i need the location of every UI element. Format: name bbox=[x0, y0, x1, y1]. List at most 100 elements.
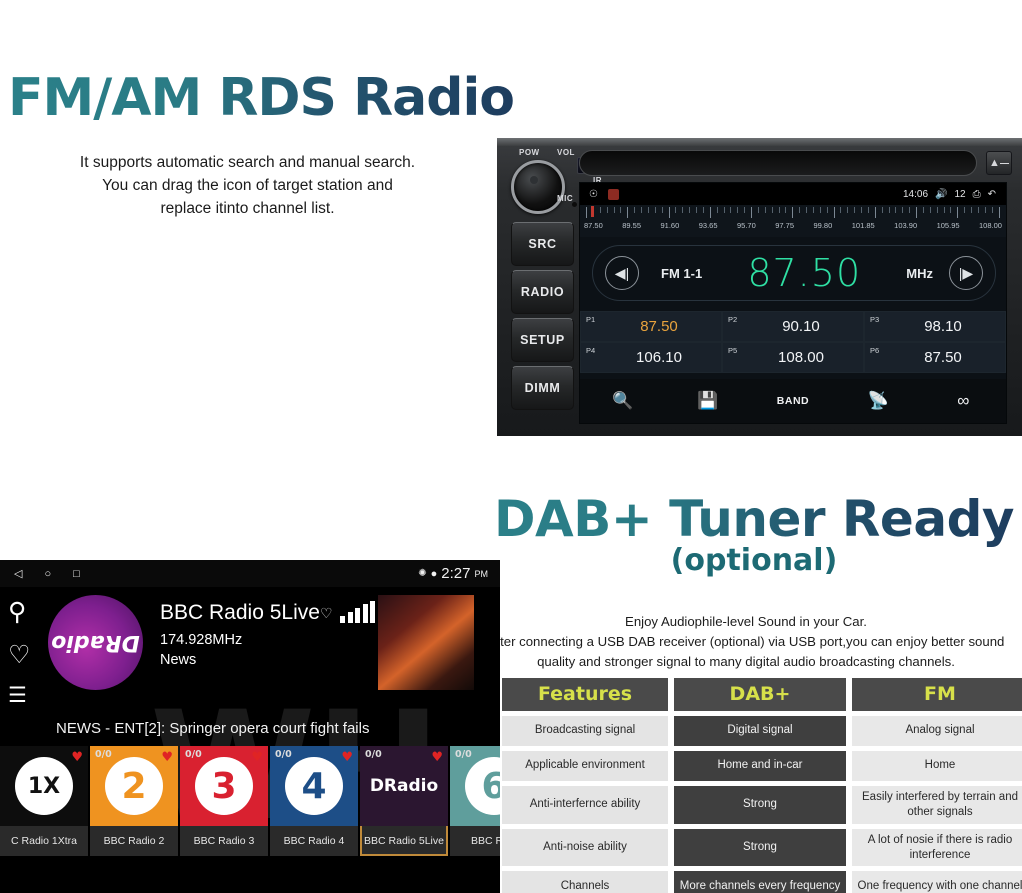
station-tile[interactable]: 60/0♥BBC Radi bbox=[450, 746, 500, 856]
station-artwork: 60/0♥ bbox=[450, 746, 500, 826]
tile-count-badge: 0/0 bbox=[185, 749, 202, 760]
scale-tick bbox=[916, 207, 917, 218]
feature-cell: Channels bbox=[502, 871, 668, 893]
scale-tick bbox=[757, 207, 759, 213]
scale-tick bbox=[647, 207, 649, 213]
setup-button[interactable]: SETUP bbox=[511, 318, 574, 362]
frequency-scale[interactable]: 87.50 89.55 91.60 93.65 95.70 97.75 99.80 101.8… bbox=[580, 205, 1006, 237]
fm-cell: Home bbox=[852, 750, 1022, 781]
fm-cell: Analog signal bbox=[852, 715, 1022, 746]
current-frequency: 87.50 bbox=[747, 251, 862, 295]
eject-icon[interactable]: ▲ bbox=[986, 151, 1012, 175]
preset-button[interactable]: P6 87.50 bbox=[864, 342, 1006, 373]
search-icon[interactable]: ⚲ bbox=[8, 597, 30, 627]
previous-track-icon[interactable]: ◀| bbox=[605, 256, 639, 290]
scale-tick bbox=[606, 207, 608, 213]
next-track-icon[interactable]: |▶ bbox=[949, 256, 983, 290]
src-button[interactable]: SRC bbox=[511, 222, 574, 266]
scale-label: 99.80 bbox=[813, 221, 833, 230]
band-icon[interactable]: BAND bbox=[772, 386, 814, 416]
frequency-unit: MHz bbox=[906, 265, 933, 281]
scale-tick bbox=[586, 207, 587, 218]
dimm-button[interactable]: DIMM bbox=[511, 366, 574, 410]
heart-icon[interactable]: ♡ bbox=[320, 605, 333, 622]
station-tile[interactable]: 4 0/0 ♥ BBC Radio 4 bbox=[270, 746, 358, 856]
preset-button[interactable]: P1 87.50 bbox=[580, 311, 722, 342]
scale-label: 87.50 bbox=[584, 221, 603, 230]
recents-square-icon[interactable]: □ bbox=[73, 568, 80, 580]
station-tile[interactable]: 3 0/0 ♥ BBC Radio 3 bbox=[180, 746, 268, 856]
preset-number: P4 bbox=[586, 346, 596, 355]
tile-favorite-heart-icon[interactable]: ♥ bbox=[161, 750, 173, 765]
station-logo-disc: 1X bbox=[15, 757, 73, 815]
station-tile[interactable]: 2 0/0 ♥ BBC Radio 2 bbox=[90, 746, 178, 856]
tile-favorite-heart-icon[interactable]: ♥ bbox=[251, 750, 263, 765]
scale-tick bbox=[641, 207, 642, 213]
station-logo-disc: 3 bbox=[195, 757, 253, 815]
tuning-cursor bbox=[591, 206, 594, 217]
scale-tick bbox=[806, 207, 807, 213]
station-list-icon[interactable]: ☰ bbox=[8, 683, 30, 708]
scale-tick bbox=[702, 207, 704, 213]
station-tile[interactable]: DRadio 0/0 ♥ BBC Radio 5Live bbox=[360, 746, 448, 856]
poster-page: FM/AM RDS Radio It supports automatic se… bbox=[0, 0, 1022, 893]
scale-label: 95.70 bbox=[737, 221, 756, 230]
tile-favorite-heart-icon[interactable]: ♥ bbox=[431, 750, 443, 765]
scale-labels: 87.50 89.55 91.60 93.65 95.70 97.75 99.80 101.8… bbox=[584, 221, 1002, 230]
scale-tick bbox=[675, 207, 677, 213]
scale-tick bbox=[799, 207, 801, 213]
dab-cell: Strong bbox=[674, 785, 846, 824]
home-icon[interactable]: ☉ bbox=[589, 189, 598, 200]
station-logo: DRadio bbox=[48, 595, 143, 690]
table-row: Anti-noise ability Strong A lot of nosie i… bbox=[502, 828, 1022, 867]
rds-ticker-text: NEWS - ENT[2]: Springer opera court figh… bbox=[56, 719, 370, 737]
table-header-cell: Features bbox=[502, 678, 668, 711]
now-playing-artwork bbox=[378, 595, 474, 690]
station-tile-label: BBC Radi bbox=[450, 826, 500, 856]
power-label: POW bbox=[519, 148, 540, 157]
station-logo-disc: 6 bbox=[465, 757, 500, 815]
table-header-cell: DAB+ bbox=[674, 678, 846, 711]
feature-cell: Broadcasting signal bbox=[502, 715, 668, 746]
station-artwork: 1X ♥ bbox=[0, 746, 88, 826]
record-icon[interactable] bbox=[607, 188, 619, 200]
dab-section-title: DAB+ Tuner Ready bbox=[486, 490, 1022, 548]
save-floppy-icon[interactable]: 💾 bbox=[687, 386, 729, 416]
tile-favorite-heart-icon[interactable]: ♥ bbox=[71, 750, 83, 765]
search-scan-icon[interactable]: 🔍 bbox=[602, 386, 644, 416]
scale-tick bbox=[998, 207, 1000, 218]
stereo-icon[interactable]: ∞ bbox=[942, 386, 984, 416]
radio-button[interactable]: RADIO bbox=[511, 270, 574, 314]
table-row: Channels More channels every frequency One… bbox=[502, 871, 1022, 893]
preset-button[interactable]: P5 108.00 bbox=[722, 342, 864, 373]
power-volume-knob[interactable] bbox=[511, 160, 565, 214]
back-triangle-icon[interactable]: ◁ bbox=[14, 567, 22, 580]
tile-favorite-heart-icon[interactable]: ♥ bbox=[341, 750, 353, 765]
preset-button[interactable]: P4 106.10 bbox=[580, 342, 722, 373]
dab-fm-comparison-table: Features DAB+ FM Broadcasting signal Digital… bbox=[502, 678, 1022, 893]
fm-am-section-description: It supports automatic search and manual … bbox=[79, 154, 416, 217]
preset-button[interactable]: P2 90.10 bbox=[722, 311, 864, 342]
preset-frequency: 90.10 bbox=[782, 318, 820, 335]
recents-icon[interactable]: ⎙ bbox=[973, 189, 981, 200]
station-tile[interactable]: 1X ♥ C Radio 1Xtra bbox=[0, 746, 88, 856]
home-circle-icon[interactable]: ○ bbox=[44, 568, 51, 580]
scale-tick bbox=[819, 207, 821, 213]
feature-cell: Anti-noise ability bbox=[502, 828, 668, 867]
scale-tick bbox=[627, 207, 629, 218]
antenna-signal-icon[interactable]: 📡 bbox=[857, 386, 899, 416]
scale-tick bbox=[964, 207, 966, 213]
dab-radio-app-screenshot: WH ◁ ○ □ ✺ ● 2:27 PM ⚲ ♡ ☰ DRadio BBC Ra bbox=[0, 560, 500, 893]
scale-tick bbox=[716, 207, 718, 213]
back-icon[interactable]: ↶ bbox=[988, 189, 996, 200]
scale-tick bbox=[881, 207, 883, 213]
tuner-display: ◀| FM 1-1 87.50 MHz |▶ bbox=[592, 245, 996, 301]
scale-label: 101.85 bbox=[851, 221, 875, 230]
scale-tick bbox=[950, 207, 952, 213]
preset-button[interactable]: P3 98.10 bbox=[864, 311, 1006, 342]
scale-tick bbox=[751, 207, 752, 218]
now-playing-frequency: 174.928MHz bbox=[160, 632, 243, 648]
scale-tick bbox=[778, 207, 780, 213]
favorites-heart-icon[interactable]: ♡ bbox=[8, 640, 30, 670]
scale-tick bbox=[730, 207, 732, 213]
